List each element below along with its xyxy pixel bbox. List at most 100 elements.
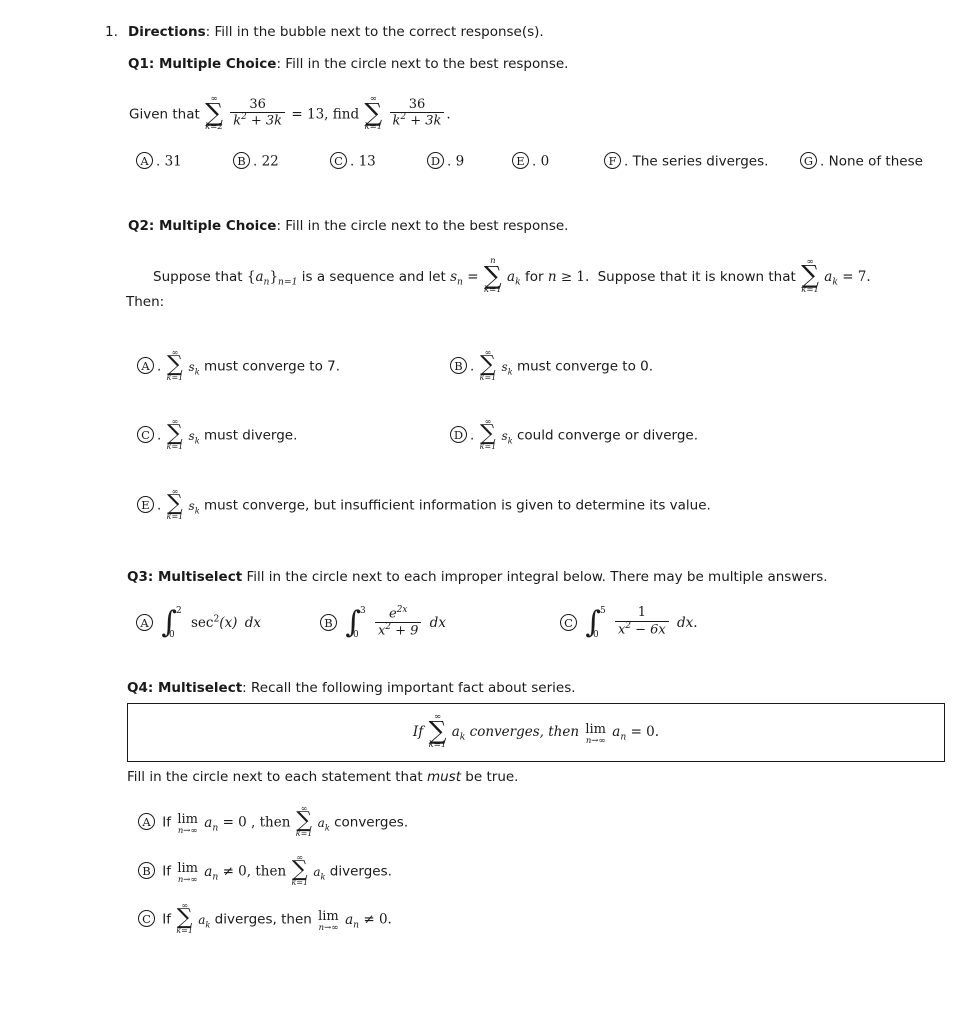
q4-fact-sum-body: ak bbox=[451, 724, 466, 743]
q2-stem-part2: is a sequence and let bbox=[301, 268, 446, 285]
q1-option-d-bubble[interactable]: D bbox=[427, 152, 444, 169]
q2-option-a-bubble[interactable]: A bbox=[137, 357, 154, 375]
q2-option-c-text: must diverge. bbox=[203, 427, 298, 444]
q1-option-d[interactable]: D. 9 bbox=[427, 152, 464, 170]
q3-option-c-bubble[interactable]: C bbox=[560, 613, 577, 631]
q3-option-c-integral: ∫ 5 0 bbox=[585, 605, 606, 640]
q1-option-f[interactable]: F. The series diverges. bbox=[604, 152, 768, 170]
q2-option-c-sum: ∞ ∑ k=1 bbox=[166, 417, 184, 452]
q3-heading-label: Q3: Multiselect bbox=[127, 569, 243, 585]
q4-option-b-bubble[interactable]: B bbox=[138, 862, 155, 880]
q1-option-b[interactable]: B. 22 bbox=[233, 152, 279, 170]
q2-option-d-bubble[interactable]: D bbox=[450, 426, 467, 444]
q1-option-c[interactable]: C. 13 bbox=[330, 152, 376, 170]
q1-frac1-numerator: 36 bbox=[249, 96, 266, 112]
q3-heading: Q3: Multiselect Fill in the circle next … bbox=[127, 569, 828, 585]
q2-sum-partial: n ∑ k=1 bbox=[483, 256, 502, 295]
q4-instruction-emphasis: must bbox=[426, 769, 462, 785]
q2-option-a[interactable]: A. ∞ ∑ k=1 sk must converge to 7. bbox=[137, 349, 341, 383]
q2-option-a-text: must converge to 7. bbox=[203, 358, 341, 375]
q2-option-b-bubble[interactable]: B bbox=[450, 357, 467, 375]
q2-option-d[interactable]: D. ∞ ∑ k=1 sk could converge or diverge. bbox=[450, 418, 698, 452]
q4-option-c[interactable]: C If ∞ ∑ k=1 ak diverges, then lim n→∞ a… bbox=[138, 902, 392, 936]
q4-option-b-tail: diverges. bbox=[329, 863, 392, 880]
q1-option-b-bubble[interactable]: B bbox=[233, 152, 250, 169]
q2-option-d-dot: . bbox=[470, 427, 475, 444]
q1-option-e-dot: . bbox=[532, 153, 537, 170]
q3-option-b-denominator: x2 + 9 bbox=[374, 621, 422, 639]
q3-option-a-bubble[interactable]: A bbox=[136, 613, 153, 631]
q4-option-c-tail: ≠ 0. bbox=[363, 911, 392, 928]
q4-fact-equals-zero: = 0. bbox=[630, 724, 660, 740]
q1-option-a[interactable]: A. 31 bbox=[136, 152, 182, 170]
q3-option-a[interactable]: A ∫ 2 0 sec2(x) dx bbox=[136, 605, 261, 641]
q2-sum-known: ∞ ∑ k=1 bbox=[801, 256, 819, 295]
q2-sum-partial-body: ak bbox=[507, 268, 521, 288]
q1-option-e-bubble[interactable]: E bbox=[512, 152, 529, 169]
q1-sum-k1: ∞ ∑ k=1 bbox=[364, 94, 383, 132]
q3-option-b[interactable]: B ∫ 3 0 e2x x2 + 9 dx bbox=[320, 605, 446, 641]
q1-frac2-denominator: k2 + 3k bbox=[389, 112, 445, 129]
q2-option-e-bubble[interactable]: E bbox=[137, 496, 154, 514]
q3-option-a-integrand: sec2(x) bbox=[190, 613, 238, 632]
q2-stem: Suppose that {an}n=1 is a sequence and l… bbox=[153, 256, 871, 296]
q4-option-c-bubble[interactable]: C bbox=[138, 910, 155, 928]
q2-option-b-dot: . bbox=[470, 358, 475, 375]
q1-option-a-bubble[interactable]: A bbox=[136, 152, 153, 169]
q2-stem-part4: Suppose that it is known that bbox=[597, 268, 796, 285]
q1-option-c-dot: . bbox=[350, 153, 355, 170]
q1-option-g-dot: . bbox=[820, 153, 825, 170]
q3-heading-text: Fill in the circle next to each improper… bbox=[242, 569, 828, 585]
q2-sum-partial-lower: k=1 bbox=[483, 285, 502, 295]
q1-option-a-dot: . bbox=[156, 153, 161, 170]
q2-sn-symbol: sn bbox=[450, 268, 463, 288]
q2-option-c-sum-body: sk bbox=[188, 428, 200, 445]
q1-option-f-dot: . bbox=[624, 153, 629, 170]
q3-option-a-lower-limit: 0 bbox=[168, 630, 175, 640]
q2-option-c[interactable]: C. ∞ ∑ k=1 sk must diverge. bbox=[137, 417, 298, 452]
q4-option-b[interactable]: B If lim n→∞ an ≠ 0, then ∞ ∑ k=1 ak div… bbox=[138, 854, 392, 888]
q1-option-b-text: 22 bbox=[261, 153, 279, 170]
q3-option-c-denominator: x2 − 6x bbox=[614, 620, 669, 638]
q2-heading: Q2: Multiple Choice: Fill in the circle … bbox=[128, 218, 568, 234]
q2-option-e[interactable]: E. ∞ ∑ k=1 sk must converge, but insuffi… bbox=[137, 488, 711, 522]
q1-stem: Given that ∞ ∑ k=2 36 k2 + 3k = 13, find… bbox=[129, 94, 451, 133]
q4-fact-statement: If ∞ ∑ k=1 ak converges, then lim n→∞ an… bbox=[412, 713, 660, 751]
q2-heading-text: : Fill in the circle next to the best re… bbox=[276, 218, 569, 234]
q2-stem-part1: Suppose that bbox=[153, 268, 243, 285]
q2-option-b-sum-body: sk bbox=[501, 359, 513, 376]
q2-option-c-dot: . bbox=[157, 427, 162, 444]
q4-option-a[interactable]: A If lim n→∞ an = 0 , then ∞ ∑ k=1 ak co… bbox=[138, 804, 409, 839]
q3-option-a-dx: dx bbox=[244, 615, 262, 631]
q4-option-c-mid: diverges, then bbox=[214, 911, 312, 928]
q2-n-symbol: n bbox=[547, 268, 557, 285]
q2-option-e-sum-body: sk bbox=[188, 498, 200, 515]
q2-ge-one: ≥ 1. bbox=[560, 268, 590, 285]
q1-option-e[interactable]: E. 0 bbox=[512, 152, 549, 170]
q4-option-a-tail: converges. bbox=[334, 814, 409, 831]
q1-option-f-bubble[interactable]: F bbox=[604, 152, 621, 169]
q1-option-g[interactable]: G. None of these bbox=[800, 152, 923, 170]
q4-option-a-sum-body: ak bbox=[317, 815, 330, 832]
q4-fact-converges-then: converges, then bbox=[469, 724, 580, 740]
q1-given-that: Given that bbox=[129, 106, 200, 123]
q1-option-c-bubble[interactable]: C bbox=[330, 152, 347, 169]
q4-option-a-sum: ∞ ∑ k=1 bbox=[295, 804, 313, 839]
q4-instruction: Fill in the circle next to each statemen… bbox=[127, 769, 518, 785]
q4-option-b-limit: lim n→∞ bbox=[177, 861, 198, 886]
q1-option-d-dot: . bbox=[447, 153, 452, 170]
q1-option-g-bubble[interactable]: G bbox=[800, 152, 817, 169]
q3-option-b-bubble[interactable]: B bbox=[320, 613, 337, 631]
q2-option-b[interactable]: B. ∞ ∑ k=1 sk must converge to 0. bbox=[450, 349, 653, 383]
q4-option-a-limit: lim n→∞ bbox=[177, 812, 198, 837]
q4-option-b-rel: ≠ 0, then bbox=[222, 863, 287, 880]
q1-option-c-text: 13 bbox=[358, 153, 376, 170]
item-number: 1. bbox=[105, 24, 118, 40]
q4-option-a-bubble[interactable]: A bbox=[138, 813, 155, 831]
q3-option-c[interactable]: C ∫ 5 0 1 x2 − 6x dx. bbox=[560, 605, 698, 641]
q2-option-d-sum-body: sk bbox=[501, 428, 513, 445]
q2-option-c-bubble[interactable]: C bbox=[137, 426, 154, 444]
q2-known-value: = 7. bbox=[842, 268, 871, 285]
q4-fact-if: If bbox=[412, 724, 424, 740]
q3-option-c-dx: dx bbox=[677, 615, 694, 631]
